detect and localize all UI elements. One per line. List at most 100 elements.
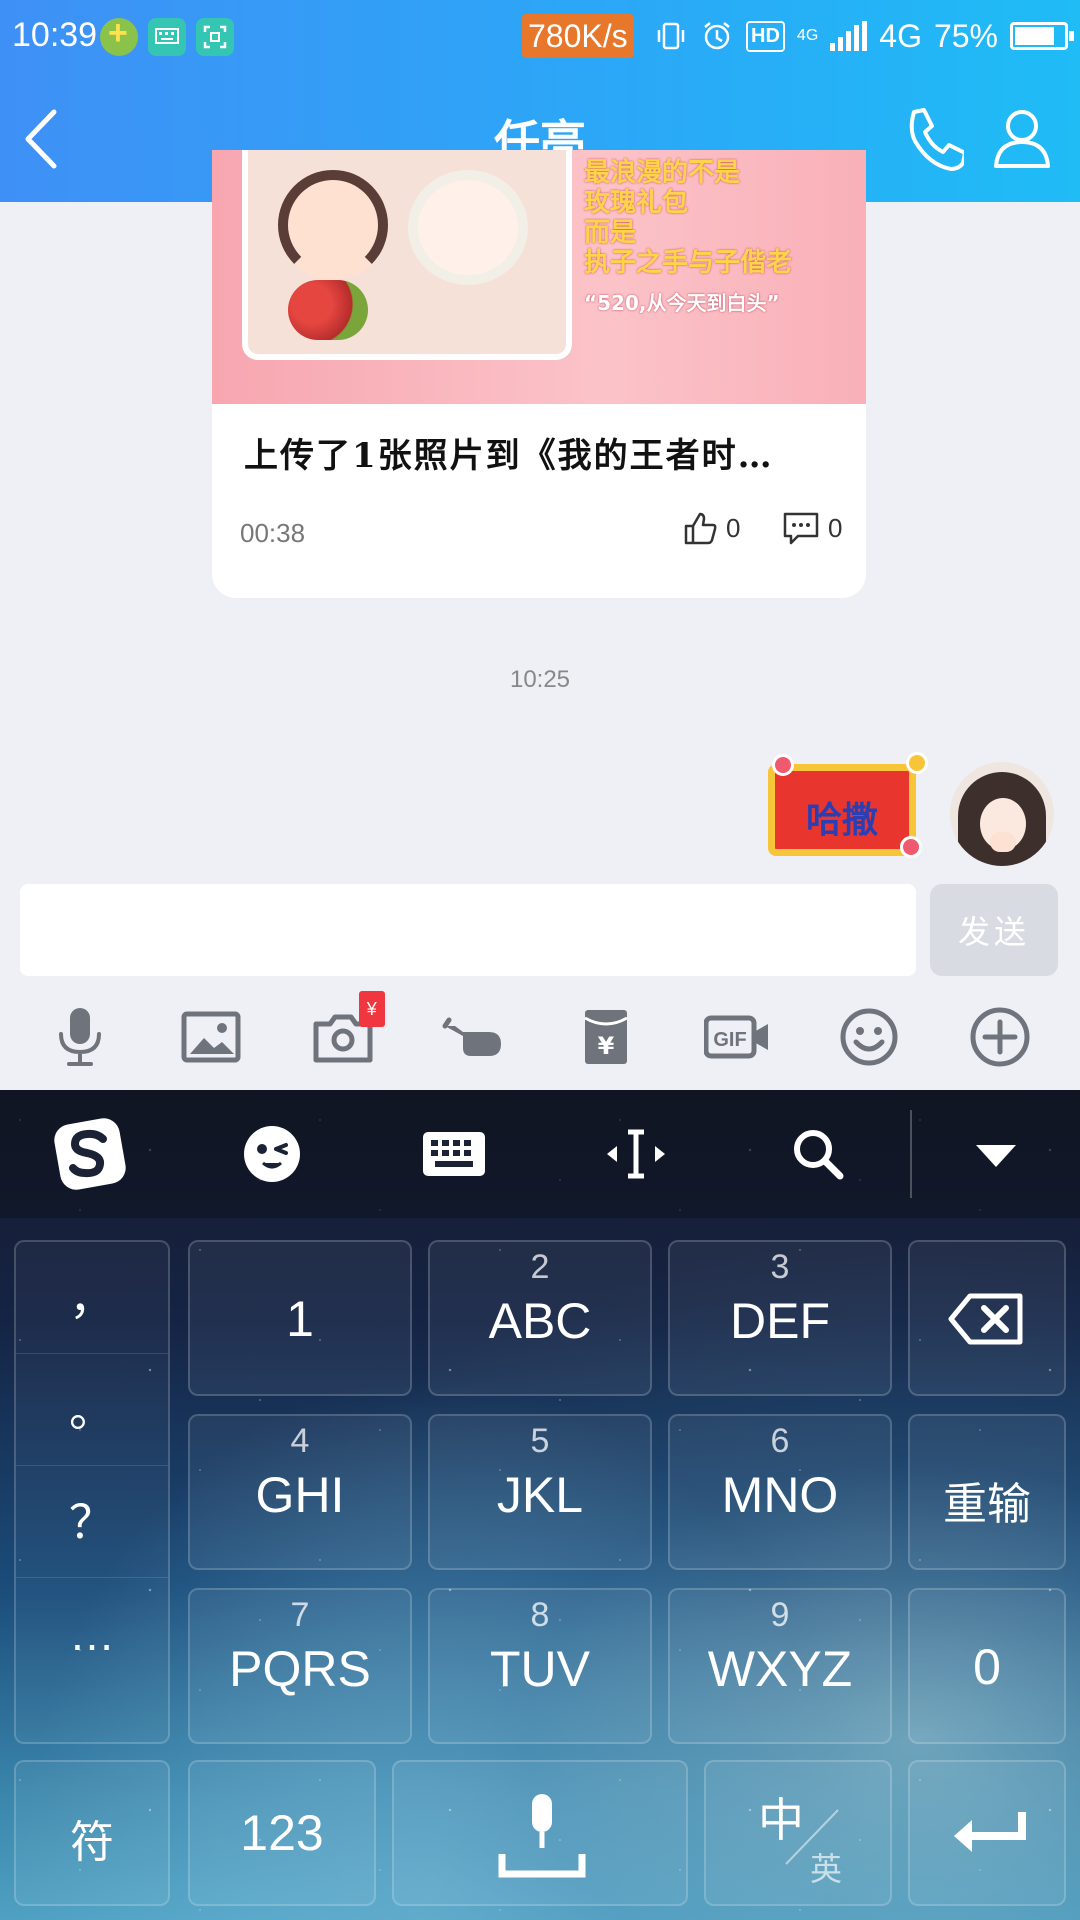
camera-button[interactable]: ¥ xyxy=(303,991,385,1077)
battery-percent: 75% xyxy=(933,17,998,54)
more-button[interactable] xyxy=(960,997,1040,1077)
poke-icon xyxy=(442,1017,502,1056)
illustration-face-left xyxy=(278,170,388,280)
slogan-line: 执子之手与子偕老 xyxy=(584,248,793,278)
sticker-text: 哈撒 xyxy=(805,800,878,841)
keyboard-emoji-button[interactable] xyxy=(230,1112,314,1196)
gif-button[interactable]: GIF xyxy=(697,997,777,1077)
lang-divider-slash xyxy=(785,1809,839,1865)
reset-key[interactable]: 重输 xyxy=(908,1414,1066,1570)
key-number: 2 xyxy=(530,1248,550,1286)
key-3-def[interactable]: 3 DEF xyxy=(668,1240,892,1396)
language-toggle-key[interactable]: 中 英 xyxy=(704,1760,892,1906)
voice-button[interactable] xyxy=(40,997,120,1077)
thumbs-up-icon xyxy=(684,512,717,545)
key-2-abc[interactable]: 2 ABC xyxy=(428,1240,652,1396)
post-image-slogan: 最浪漫的不是 玫瑰礼包 而是 执子之手与子偕老 “520,从今天到白头” xyxy=(584,158,854,318)
key-6-mno[interactable]: 6 MNO xyxy=(668,1414,892,1570)
comment-button[interactable]: 0 xyxy=(782,510,842,546)
wink-face-icon xyxy=(244,1126,300,1182)
composer: 发送 xyxy=(0,872,1080,984)
backspace-key[interactable] xyxy=(908,1240,1066,1396)
sticker-flower xyxy=(900,836,922,858)
like-button[interactable]: 0 xyxy=(682,510,740,546)
keyboard-layout-button[interactable] xyxy=(412,1112,496,1196)
key-4-ghi[interactable]: 4 GHI xyxy=(188,1414,412,1570)
hide-keyboard-button[interactable] xyxy=(954,1112,1038,1196)
status-right-group: HD 4G 4G 75% xyxy=(654,14,1074,58)
key-label: MNO xyxy=(721,1467,839,1523)
sticker-frame: 哈撒 xyxy=(768,764,916,856)
network-speed-badge: 780K/s xyxy=(522,14,634,58)
app-notification-icon xyxy=(100,14,138,56)
post-image[interactable]: 最浪漫的不是 玫瑰礼包 而是 执子之手与子偕老 “520,从今天到白头” xyxy=(212,150,866,404)
message-input[interactable] xyxy=(20,884,916,976)
chat-toolbar: ¥ ¥ GIF xyxy=(0,984,1080,1090)
alarm-icon xyxy=(704,22,730,50)
key-label: PQRS xyxy=(229,1641,371,1697)
sogou-logo-icon xyxy=(54,1118,126,1190)
key-9-wxyz[interactable]: 9 WXYZ xyxy=(668,1588,892,1744)
microphone-icon xyxy=(58,1008,101,1066)
symbol-key[interactable]: 符 xyxy=(14,1760,170,1906)
post-time: 00:38 xyxy=(240,518,306,548)
red-envelope-button[interactable]: ¥ xyxy=(566,997,646,1077)
enter-icon xyxy=(954,1812,1026,1852)
ime-keyboard: ， 。 ？ … 1 2 ABC 3 DEF 4 GHI 5 JKL 6 MNO … xyxy=(0,1090,1080,1920)
profile-icon[interactable] xyxy=(990,104,1054,172)
key-5-jkl[interactable]: 5 JKL xyxy=(428,1414,652,1570)
emoji-icon xyxy=(840,1008,898,1066)
cursor-move-button[interactable] xyxy=(594,1112,678,1196)
search-icon xyxy=(794,1130,844,1180)
key-8-tuv[interactable]: 8 TUV xyxy=(428,1588,652,1744)
my-avatar[interactable] xyxy=(950,762,1054,866)
punct-key-comma[interactable]: ， xyxy=(16,1242,168,1354)
keyboard-toolbar-divider xyxy=(910,1110,912,1198)
key-1[interactable]: 1 xyxy=(188,1240,412,1396)
sticker-flower xyxy=(772,754,794,776)
keyboard-notification-icon xyxy=(148,18,186,56)
punct-key-ellipsis[interactable]: … xyxy=(16,1578,168,1690)
shared-post-card[interactable]: 最浪漫的不是 玫瑰礼包 而是 执子之手与子偕老 “520,从今天到白头” 上传了… xyxy=(212,150,866,598)
rose-bouquet xyxy=(288,280,368,340)
punct-key-question[interactable]: ？ xyxy=(16,1466,168,1578)
send-button[interactable]: 发送 xyxy=(930,884,1058,976)
key-number: 9 xyxy=(770,1596,790,1634)
key-number: 4 xyxy=(290,1422,310,1460)
svg-text:¥: ¥ xyxy=(597,1032,614,1060)
key-label: WXYZ xyxy=(707,1641,853,1697)
punct-key-period[interactable]: 。 xyxy=(16,1354,168,1466)
hd-voice-badge: HD xyxy=(746,20,785,52)
plus-icon xyxy=(970,1007,1030,1067)
key-number: 7 xyxy=(290,1596,310,1634)
emoji-button[interactable] xyxy=(829,997,909,1077)
key-label: GHI xyxy=(255,1467,345,1523)
key-number: 5 xyxy=(530,1422,550,1460)
post-title: 上传了1张照片到《我的王者时… xyxy=(244,436,774,476)
enter-key[interactable] xyxy=(908,1760,1066,1906)
red-packet-badge: ¥ xyxy=(358,991,385,1027)
red-envelope-icon: ¥ xyxy=(584,1010,628,1064)
status-bar: 10:39 780K/s HD 4G 4G 75% xyxy=(0,0,1080,76)
microphone-icon xyxy=(498,1794,586,1878)
key-7-pqrs[interactable]: 7 PQRS xyxy=(188,1588,412,1744)
sticker-message[interactable]: 哈撒 xyxy=(750,752,934,864)
keyboard-search-button[interactable] xyxy=(776,1112,860,1196)
key-label: 1 xyxy=(286,1291,314,1347)
key-0[interactable]: 0 xyxy=(908,1588,1066,1744)
key-label: 重输 xyxy=(943,1479,1031,1530)
slogan-quote: “520,从今天到白头” xyxy=(584,291,780,315)
poke-button[interactable] xyxy=(434,997,514,1077)
phone-call-icon[interactable] xyxy=(900,104,964,172)
keyboard-icon xyxy=(423,1132,485,1176)
backspace-icon xyxy=(948,1293,1023,1345)
image-button[interactable] xyxy=(171,997,251,1077)
vibrate-icon xyxy=(657,22,685,50)
network-type: 4G xyxy=(879,17,922,54)
gif-icon: GIF xyxy=(704,1015,769,1059)
illustration-face-right xyxy=(408,170,528,285)
space-voice-key[interactable] xyxy=(392,1760,688,1906)
sogou-logo-button[interactable] xyxy=(48,1112,132,1196)
sticker-bell xyxy=(906,752,928,774)
numeric-key[interactable]: 123 xyxy=(188,1760,376,1906)
